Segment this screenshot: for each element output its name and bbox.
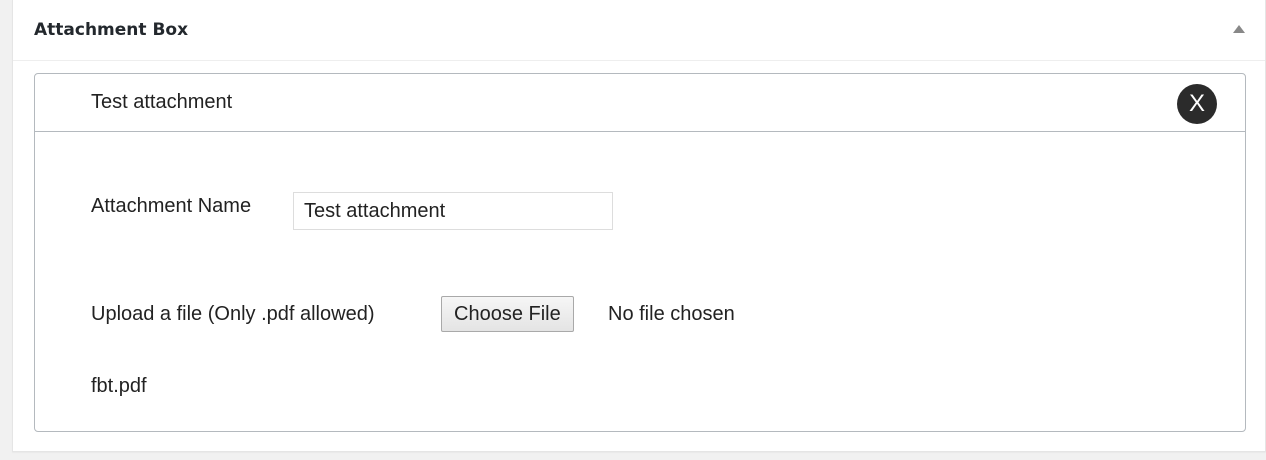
upload-label: Upload a file (Only .pdf allowed) [91,303,375,325]
metabox-header[interactable]: Attachment Box [13,0,1265,61]
attachment-card-title: Test attachment [91,91,233,113]
attachment-card-header: Test attachment X [35,74,1245,132]
collapse-toggle-icon[interactable] [1233,25,1245,33]
no-file-chosen-text: No file chosen [608,303,735,325]
existing-file-name: fbt.pdf [91,375,147,397]
attachment-name-label: Attachment Name [91,195,252,217]
attachment-metabox: Attachment Box Test attachment X Attachm… [12,0,1266,452]
choose-file-button[interactable]: Choose File [441,296,574,332]
remove-attachment-button[interactable]: X [1177,84,1217,124]
attachment-name-input[interactable] [293,192,613,230]
attachment-card-body: Attachment Name Upload a file (Only .pdf… [35,132,1245,432]
metabox-title: Attachment Box [34,20,189,40]
attachment-card: Test attachment X Attachment Name Upload… [34,73,1246,432]
